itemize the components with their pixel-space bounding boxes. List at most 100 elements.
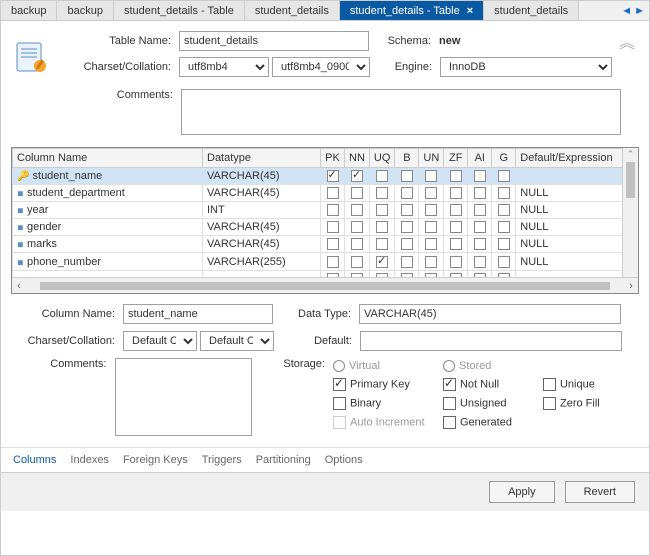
detail-tab[interactable]: Foreign Keys: [123, 454, 188, 466]
tab-prev-icon[interactable]: ◄: [621, 5, 632, 17]
grid-checkbox[interactable]: [498, 170, 510, 182]
grid-checkbox[interactable]: [327, 221, 339, 233]
editor-tab[interactable]: student_details: [484, 1, 579, 20]
det-comments-textarea[interactable]: [115, 358, 253, 436]
grid-checkbox[interactable]: [401, 187, 413, 199]
grid-checkbox[interactable]: [401, 170, 413, 182]
stored-radio[interactable]: Stored: [443, 360, 543, 372]
grid-checkbox[interactable]: [351, 204, 363, 216]
grid-checkbox[interactable]: [498, 204, 510, 216]
grid-checkbox[interactable]: [376, 238, 388, 250]
table-row[interactable]: ◆ phone_numberVARCHAR(255)NULL: [13, 253, 638, 270]
grid-checkbox[interactable]: [327, 204, 339, 216]
grid-header[interactable]: B: [395, 149, 419, 168]
ai-checkbox[interactable]: Auto Increment: [333, 416, 443, 429]
table-row[interactable]: ◆ genderVARCHAR(45)NULL: [13, 219, 638, 236]
editor-tab[interactable]: student_details: [245, 1, 340, 20]
grid-checkbox[interactable]: [401, 256, 413, 268]
detail-tab[interactable]: Options: [325, 454, 363, 466]
grid-checkbox[interactable]: [450, 273, 462, 277]
close-icon[interactable]: ×: [467, 5, 473, 17]
grid-checkbox[interactable]: [327, 273, 339, 277]
grid-checkbox[interactable]: [401, 273, 413, 277]
grid-checkbox[interactable]: [474, 256, 486, 268]
detail-tab[interactable]: Partitioning: [256, 454, 311, 466]
grid-scrollbar-vertical[interactable]: ⌃: [622, 148, 638, 277]
det-collation-select[interactable]: Default C: [200, 331, 274, 351]
grid-checkbox[interactable]: [351, 238, 363, 250]
grid-checkbox[interactable]: [351, 221, 363, 233]
engine-select[interactable]: InnoDB: [440, 57, 612, 77]
grid-checkbox[interactable]: [498, 256, 510, 268]
grid-checkbox[interactable]: [474, 170, 486, 182]
editor-tab[interactable]: student_details - Table×: [340, 1, 484, 20]
grid-checkbox[interactable]: [474, 204, 486, 216]
grid-header[interactable]: UN: [419, 149, 444, 168]
zf-checkbox[interactable]: Zero Fill: [543, 397, 633, 410]
bin-checkbox[interactable]: Binary: [333, 397, 443, 410]
grid-header[interactable]: Datatype: [203, 149, 321, 168]
grid-checkbox[interactable]: [376, 204, 388, 216]
grid-checkbox[interactable]: [450, 187, 462, 199]
grid-header[interactable]: G: [492, 149, 516, 168]
editor-tab[interactable]: backup: [1, 1, 57, 20]
grid-checkbox[interactable]: [474, 221, 486, 233]
grid-header[interactable]: AI: [468, 149, 492, 168]
pk-checkbox[interactable]: Primary Key: [333, 378, 443, 391]
grid-header[interactable]: ZF: [444, 149, 468, 168]
collapse-icon[interactable]: ︽: [619, 29, 635, 53]
tab-next-icon[interactable]: ►: [634, 5, 645, 17]
grid-checkbox[interactable]: [450, 238, 462, 250]
grid-checkbox[interactable]: [498, 187, 510, 199]
grid-checkbox[interactable]: [498, 273, 510, 277]
grid-checkbox[interactable]: [425, 170, 437, 182]
grid-checkbox[interactable]: [425, 221, 437, 233]
grid-checkbox[interactable]: [401, 238, 413, 250]
apply-button[interactable]: Apply: [489, 481, 555, 503]
virtual-radio[interactable]: Virtual: [333, 360, 443, 372]
grid-header[interactable]: NN: [345, 149, 370, 168]
uq-checkbox[interactable]: Unique: [543, 378, 633, 391]
nn-checkbox[interactable]: Not Null: [443, 378, 543, 391]
detail-tab[interactable]: Triggers: [202, 454, 242, 466]
grid-checkbox[interactable]: [327, 187, 339, 199]
grid-checkbox[interactable]: [474, 187, 486, 199]
editor-tab[interactable]: backup: [57, 1, 113, 20]
grid-checkbox[interactable]: [327, 170, 339, 182]
collation-select[interactable]: utf8mb4_0900: [272, 57, 370, 77]
grid-checkbox[interactable]: [351, 256, 363, 268]
grid-checkbox[interactable]: [401, 204, 413, 216]
grid-checkbox[interactable]: [450, 256, 462, 268]
grid-checkbox[interactable]: [351, 170, 363, 182]
grid-checkbox[interactable]: [401, 221, 413, 233]
table-row[interactable]: ◆ yearINTNULL: [13, 202, 638, 219]
un-checkbox[interactable]: Unsigned: [443, 397, 543, 410]
grid-scrollbar-horizontal[interactable]: ‹›: [12, 277, 638, 293]
grid-checkbox[interactable]: [376, 170, 388, 182]
grid-checkbox[interactable]: [474, 238, 486, 250]
grid-checkbox[interactable]: [351, 273, 363, 277]
grid-checkbox[interactable]: [351, 187, 363, 199]
revert-button[interactable]: Revert: [565, 481, 635, 503]
grid-header[interactable]: UQ: [369, 149, 395, 168]
grid-checkbox[interactable]: [425, 273, 437, 277]
grid-checkbox[interactable]: [474, 273, 486, 277]
grid-checkbox[interactable]: [376, 221, 388, 233]
table-row[interactable]: ◆ marksVARCHAR(45)NULL: [13, 236, 638, 253]
grid-header[interactable]: Column Name: [13, 149, 203, 168]
grid-checkbox[interactable]: [425, 238, 437, 250]
default-input[interactable]: [360, 331, 622, 351]
grid-checkbox[interactable]: [376, 256, 388, 268]
grid-checkbox[interactable]: [498, 221, 510, 233]
grid-checkbox[interactable]: [425, 204, 437, 216]
charset-select[interactable]: utf8mb4: [179, 57, 269, 77]
grid-checkbox[interactable]: [450, 170, 462, 182]
table-name-input[interactable]: [179, 31, 369, 51]
editor-tab[interactable]: student_details - Table: [114, 1, 245, 20]
grid-checkbox[interactable]: [450, 204, 462, 216]
grid-checkbox[interactable]: [425, 256, 437, 268]
table-row[interactable]: [13, 270, 638, 277]
comments-textarea[interactable]: [181, 89, 621, 135]
grid-header[interactable]: Default/Expression: [516, 149, 638, 168]
grid-checkbox[interactable]: [327, 256, 339, 268]
